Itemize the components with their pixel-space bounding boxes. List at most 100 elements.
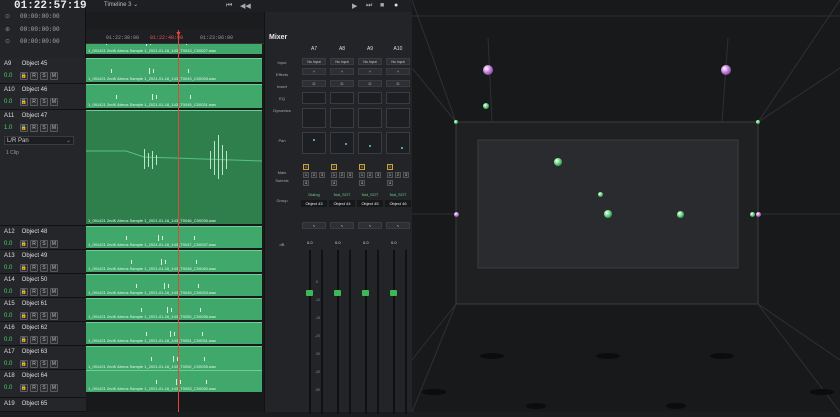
track-name[interactable]: Object 46 (22, 87, 48, 93)
lock-icon[interactable]: 🔒 (20, 384, 28, 392)
automation-button[interactable]: ∿ (386, 222, 410, 229)
track-header-a15[interactable]: A15 Object 61 0.0 🔒 R S M (0, 298, 86, 322)
submix-bus-button[interactable]: 1 (387, 172, 393, 178)
strip-name[interactable]: Object 43 (301, 200, 327, 207)
record-arm-button[interactable]: R (30, 336, 38, 344)
track-header-a19[interactable]: A19 Object 65 (0, 398, 86, 412)
record-arm-button[interactable]: R (30, 98, 38, 106)
track-name[interactable]: Object 50 (22, 277, 48, 283)
effects-slot[interactable]: + (302, 68, 326, 75)
pan-control[interactable] (386, 132, 410, 154)
lock-icon[interactable]: 🔒 (20, 240, 28, 248)
audio-object-sphere[interactable] (756, 120, 760, 124)
audio-object-sphere[interactable] (749, 211, 755, 217)
play-icon[interactable]: ▶ (352, 2, 357, 10)
track-name[interactable]: Object 45 (22, 61, 48, 67)
main-bus-button[interactable]: 1 (303, 164, 309, 170)
track-name[interactable]: Object 62 (22, 325, 48, 331)
submix-bus-button[interactable]: 1 (359, 172, 365, 178)
fader-knob[interactable] (334, 290, 341, 296)
audio-object-sphere[interactable] (676, 210, 684, 218)
eq-graph[interactable] (302, 92, 326, 104)
audio-object-sphere[interactable] (755, 211, 761, 217)
audio-object-sphere[interactable] (454, 120, 458, 124)
rewind-icon[interactable]: ◀◀ (240, 2, 251, 10)
mute-button[interactable]: M (50, 72, 58, 80)
record-arm-button[interactable]: R (30, 360, 38, 368)
lock-icon[interactable]: 🔒 (20, 72, 28, 80)
mute-button[interactable]: M (50, 288, 58, 296)
strip-name[interactable]: Object 45 (357, 200, 383, 207)
main-bus-button[interactable]: 1 (387, 164, 393, 170)
strip-name[interactable]: Object 44 (329, 200, 355, 207)
record-arm-button[interactable]: R (30, 288, 38, 296)
automation-button[interactable]: ∿ (302, 222, 326, 229)
audio-object-sphere[interactable] (483, 103, 489, 109)
audio-clip[interactable]: 1_091421 2ndK Atmos Sample 1_2021-01-16_… (86, 274, 262, 296)
lock-icon[interactable]: 🔒 (20, 360, 28, 368)
track-header-a9[interactable]: A9 Object 45 0.0 🔒 R S M (0, 58, 86, 84)
automation-button[interactable]: ∿ (358, 222, 382, 229)
input-selector[interactable]: No Input (330, 58, 354, 65)
input-selector[interactable]: No Input (302, 58, 326, 65)
audio-clip[interactable]: 1_091421 2ndK Atmos Sample 1_2021-01-16_… (86, 322, 262, 344)
input-selector[interactable]: No Input (358, 58, 382, 65)
mute-button[interactable]: M (50, 124, 58, 132)
eq-graph[interactable] (358, 92, 382, 104)
audio-clip[interactable]: 1_091421 2ndK Atmos Sample 1_2021-01-16_… (86, 298, 262, 320)
group-label[interactable]: Nat_SOT (330, 192, 354, 197)
pan-control[interactable] (330, 132, 354, 154)
record-arm-button[interactable]: R (30, 384, 38, 392)
submix-bus-button[interactable]: 3 (347, 172, 353, 178)
insert-slot[interactable]: ⊡ (386, 80, 410, 87)
track-name[interactable]: Object 64 (22, 373, 48, 379)
track-name[interactable]: Object 63 (22, 349, 48, 355)
submix-bus-button[interactable]: 4 (359, 180, 365, 186)
track-header-a11[interactable]: A11 Object 47 1.0 🔒 R S M L/R Pan ⌄ 1 Cli… (0, 110, 86, 226)
track-header-a12[interactable]: A12 Object 48 0.0 🔒 R S M (0, 226, 86, 250)
mute-button[interactable]: M (50, 264, 58, 272)
strip-name[interactable]: Object 46 (385, 200, 411, 207)
mute-button[interactable]: M (50, 98, 58, 106)
track-header-a17[interactable]: A17 Object 63 0.0 🔒 R S M (0, 346, 86, 370)
insert-slot[interactable]: ⊡ (330, 80, 354, 87)
submix-bus-button[interactable]: 3 (375, 172, 381, 178)
track-name[interactable]: Object 65 (22, 401, 48, 407)
audio-clip[interactable]: 1_091421 2ndK Atmos Sample 1_2021-01-16_… (86, 44, 262, 54)
effects-slot[interactable]: + (330, 68, 354, 75)
submix-bus-button[interactable]: 2 (367, 172, 373, 178)
audio-clip[interactable]: 1_091421 2ndK Atmos Sample 1_2021-01-16_… (86, 226, 262, 248)
audio-object-sphere[interactable] (597, 191, 603, 197)
audio-clip[interactable]: 1_091421 2ndK Atmos Sample 1_2021-01-16_… (86, 58, 262, 82)
eq-graph[interactable] (330, 92, 354, 104)
record-icon[interactable]: ● (394, 2, 398, 9)
track-header-a14[interactable]: A14 Object 50 0.0 🔒 R S M (0, 274, 86, 298)
spatial-panner-view[interactable] (411, 0, 840, 413)
record-arm-button[interactable]: R (30, 72, 38, 80)
insert-slot[interactable]: ⊡ (302, 80, 326, 87)
record-arm-button[interactable]: R (30, 124, 38, 132)
track-name[interactable]: Object 48 (22, 229, 48, 235)
record-arm-button[interactable]: R (30, 240, 38, 248)
solo-button[interactable]: S (40, 264, 48, 272)
lock-icon[interactable]: 🔒 (20, 312, 28, 320)
submix-bus-button[interactable]: 1 (303, 172, 309, 178)
stop-icon[interactable]: ■ (380, 2, 384, 9)
lock-icon[interactable]: 🔒 (20, 288, 28, 296)
mute-button[interactable]: M (50, 240, 58, 248)
audio-object-sphere[interactable] (721, 65, 731, 75)
dynamics-graph[interactable] (302, 108, 326, 128)
track-header-a18[interactable]: A18 Object 64 0.0 🔒 R S M (0, 370, 86, 398)
eq-graph[interactable] (386, 92, 410, 104)
main-bus-button[interactable]: 1 (359, 164, 365, 170)
pan-mode-dropdown[interactable]: L/R Pan ⌄ (4, 136, 74, 145)
submix-bus-button[interactable]: 3 (403, 172, 409, 178)
main-bus-button[interactable]: 1 (331, 164, 337, 170)
submix-bus-button[interactable]: 1 (331, 172, 337, 178)
effects-slot[interactable]: + (358, 68, 382, 75)
solo-button[interactable]: S (40, 98, 48, 106)
audio-clip[interactable]: 1_091421 2ndK Atmos Sample 1_2021-01-16_… (86, 250, 262, 272)
group-label[interactable]: Dialog (302, 192, 326, 197)
fader-knob[interactable] (306, 290, 313, 296)
lock-icon[interactable]: 🔒 (20, 336, 28, 344)
